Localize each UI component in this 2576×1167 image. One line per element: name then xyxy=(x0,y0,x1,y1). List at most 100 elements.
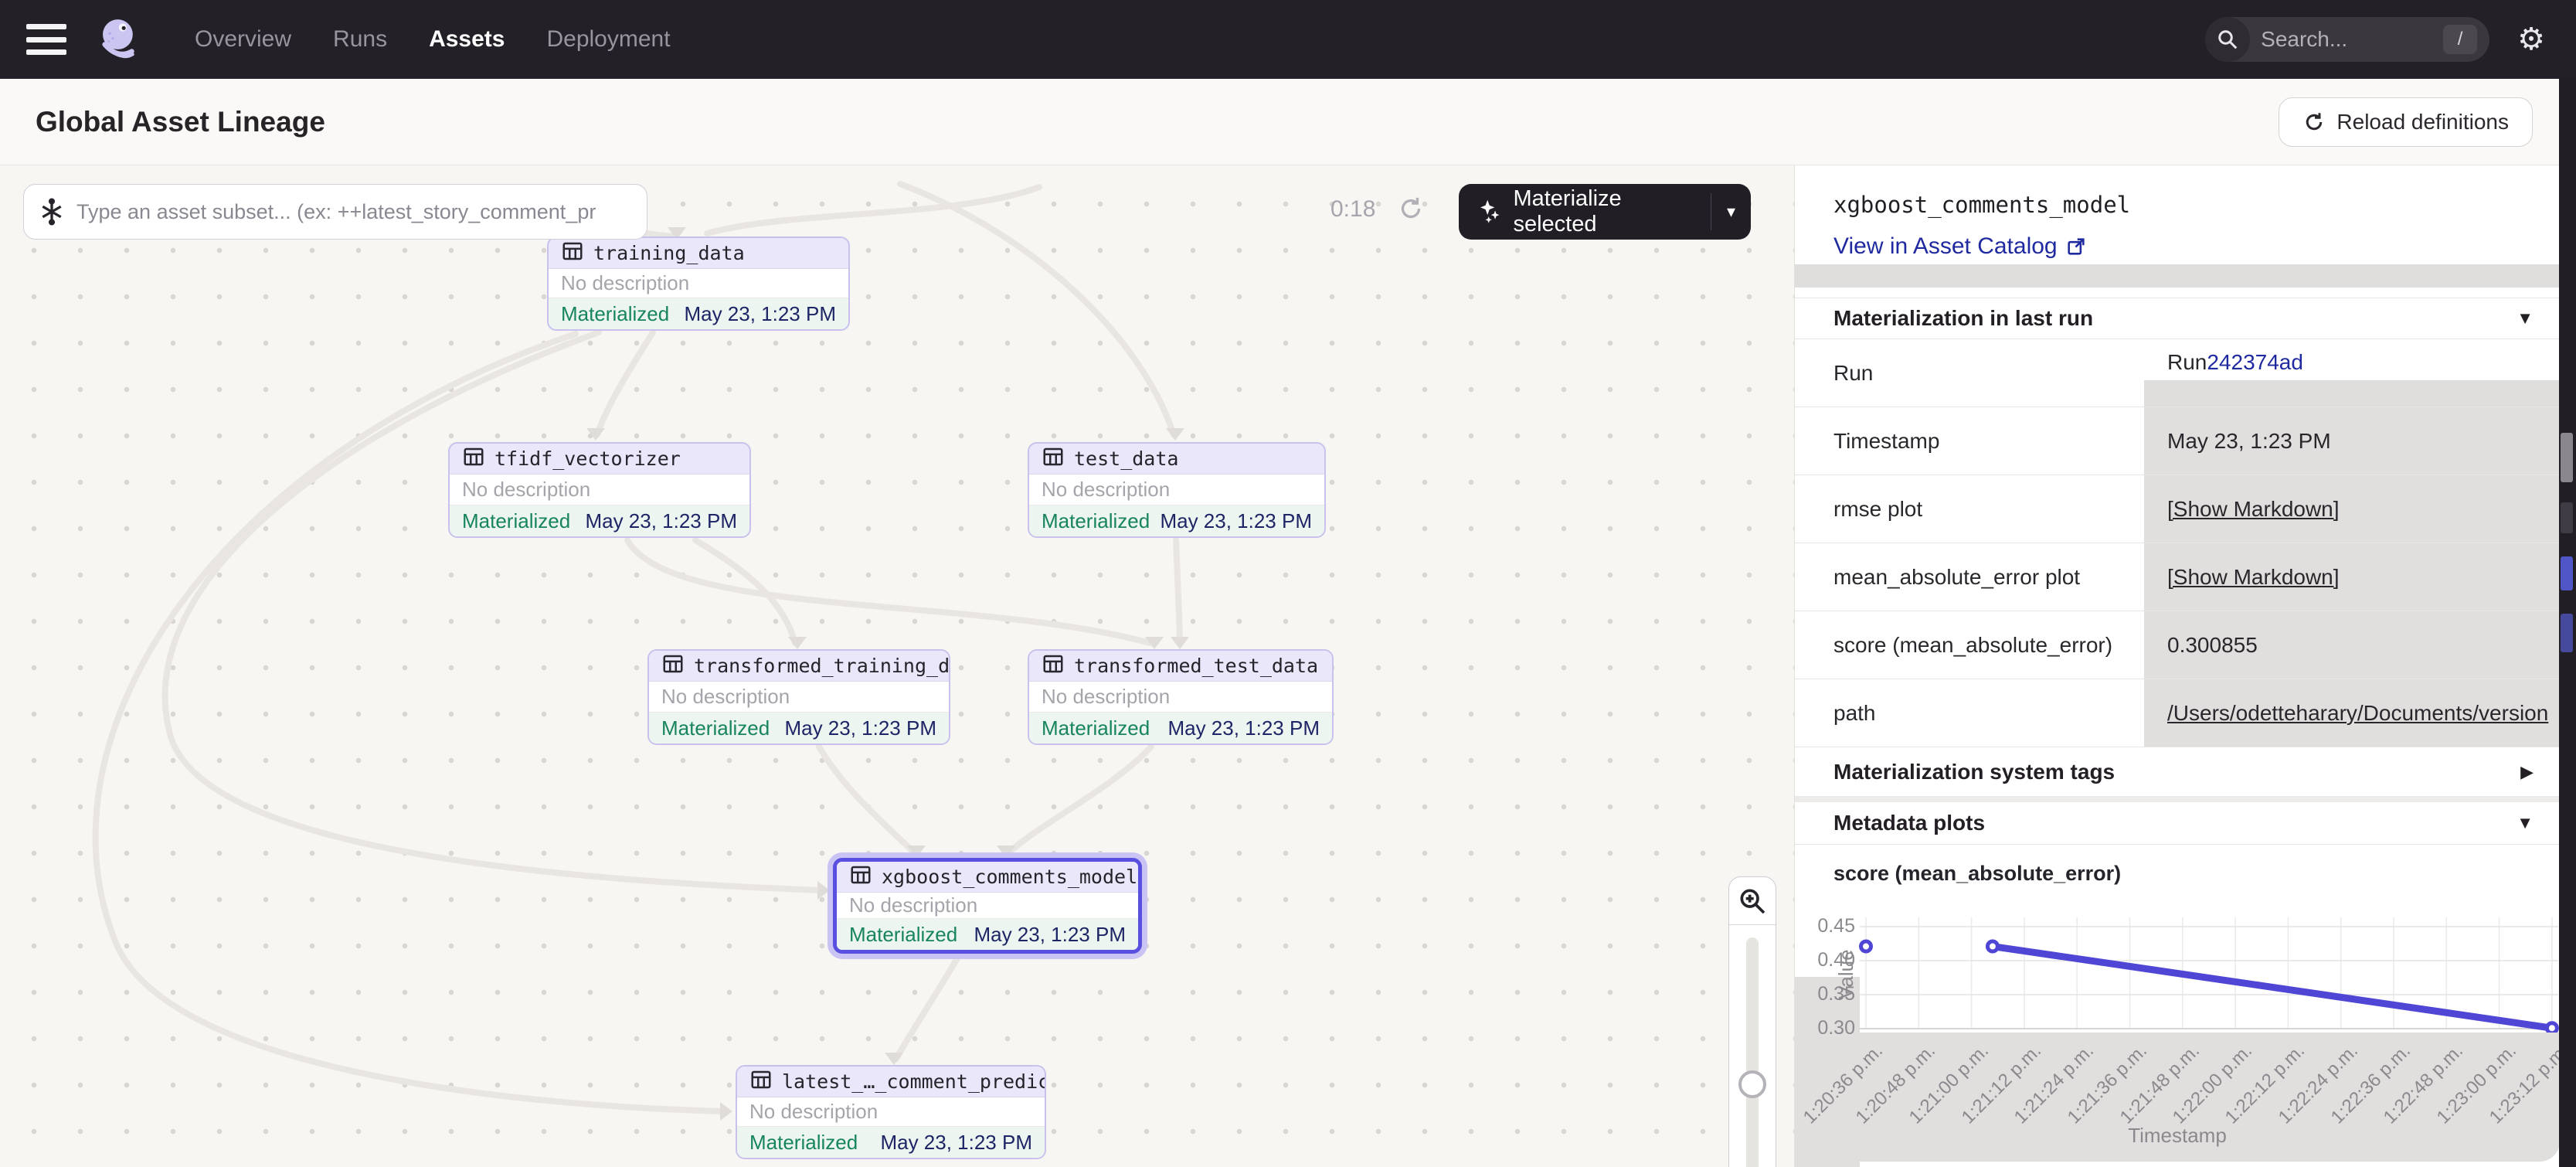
asset-status: Materialized xyxy=(1042,509,1150,533)
nav-item-assets[interactable]: Assets xyxy=(429,26,505,53)
asset-node-tfidf_vectorizer[interactable]: tfidf_vectorizerNo descriptionMaterializ… xyxy=(448,442,751,538)
search-shortcut-key: / xyxy=(2443,25,2477,54)
asset-timestamp: May 23, 1:23 PM xyxy=(880,1131,1032,1155)
asset-status: Materialized xyxy=(749,1131,858,1155)
section-metadata-plots[interactable]: Metadata plots ▼ xyxy=(1795,802,2559,844)
line-chart xyxy=(1795,911,2559,1043)
y-tick-label: 0.30 xyxy=(1810,1017,1855,1039)
chart-x-axis-area: 1:20:36 p.m.1:20:48 p.m.1:21:00 p.m.1:21… xyxy=(1795,1033,2559,1162)
external-link-icon xyxy=(2065,236,2087,257)
metadata-row-score-mean-absolute-error-: score (mean_absolute_error)0.300855 xyxy=(1795,611,2559,679)
metadata-row-timestamp: TimestampMay 23, 1:23 PM xyxy=(1795,407,2559,475)
refresh-icon[interactable] xyxy=(1397,195,1425,223)
panel-horizontal-scrollbar[interactable] xyxy=(1795,264,2559,287)
dagster-logo xyxy=(96,15,144,63)
hamburger-menu-icon[interactable] xyxy=(26,24,66,55)
nav-item-runs[interactable]: Runs xyxy=(333,26,387,53)
zoom-in-button[interactable] xyxy=(1729,877,1776,925)
nav-item-deployment[interactable]: Deployment xyxy=(546,26,670,53)
refresh-timer: 0:18 xyxy=(1330,196,1375,223)
edge-arrowhead xyxy=(586,428,605,441)
edge-arrowhead xyxy=(1171,637,1189,649)
materialize-dropdown-caret[interactable]: ▾ xyxy=(1711,202,1751,222)
asset-node-latest_comment_predictions[interactable]: latest_…_comment_predictionsNo descripti… xyxy=(736,1065,1046,1159)
nav-links: Overview Runs Assets Deployment xyxy=(195,26,671,53)
table-icon xyxy=(849,863,872,890)
asset-status: Materialized xyxy=(1042,716,1150,740)
y-tick-label: 0.35 xyxy=(1810,983,1855,1005)
asset-edge xyxy=(627,540,1150,643)
asset-node-test_data[interactable]: test_dataNo descriptionMaterializedMay 2… xyxy=(1028,442,1326,538)
view-in-asset-catalog-link[interactable]: View in Asset Catalog xyxy=(1833,233,2087,260)
asset-edge xyxy=(900,184,1174,434)
table-icon xyxy=(1042,652,1065,679)
metadata-value: 0.300855 xyxy=(2144,611,2559,679)
asset-node-label: transformed_test_data xyxy=(1074,655,1318,677)
metadata-key: Timestamp xyxy=(1795,407,2144,475)
metadata-row-path: path/Users/odetteharary/Documents/versio… xyxy=(1795,679,2559,747)
asset-node-label: xgboost_comments_model xyxy=(882,866,1137,888)
table-icon xyxy=(561,240,584,267)
clipped-right-edge xyxy=(2559,79,2576,1167)
zoom-slider-thumb[interactable] xyxy=(1738,1070,1766,1098)
edge-arrowhead xyxy=(788,637,807,649)
section-materialization-system-tags[interactable]: Materialization system tags ▶ xyxy=(1795,747,2559,796)
asset-edge xyxy=(1176,540,1180,643)
asset-node-description: No description xyxy=(649,682,949,713)
nav-item-overview[interactable]: Overview xyxy=(195,26,291,53)
asset-node-transformed_training_data[interactable]: transformed_training_data No description M… xyxy=(647,649,950,745)
asset-timestamp: May 23, 1:23 PM xyxy=(1167,716,1320,740)
metadata-value: /Users/odetteharary/Documents/version xyxy=(2144,679,2559,747)
chevron-right-icon: ▶ xyxy=(2520,762,2534,782)
horizontal-scrollbar[interactable] xyxy=(2144,380,2559,407)
table-icon xyxy=(462,445,485,472)
asset-node-label: latest_…_comment_predictions xyxy=(782,1070,1046,1093)
sparkle-icon xyxy=(1476,196,1504,227)
metadata-row-run: RunRun 242374ad xyxy=(1795,339,2559,407)
asset-name: xgboost_comments_model xyxy=(1833,192,2130,218)
top-nav: Overview Runs Assets Deployment / ⚙ xyxy=(0,0,2576,79)
materialize-selected-button[interactable]: Materialize selected ▾ xyxy=(1459,184,1751,240)
metadata-row-rmse-plot: rmse plot [Show Markdown] xyxy=(1795,475,2559,543)
metadata-key: Run xyxy=(1795,339,2144,407)
y-tick-label: 0.40 xyxy=(1810,949,1855,971)
edge-arrowhead xyxy=(817,881,830,900)
y-tick-label: 0.45 xyxy=(1810,915,1855,937)
global-search[interactable]: / xyxy=(2205,17,2489,62)
metadata-row-mean-absolute-error-plot: mean_absolute_error plot [Show Markdown] xyxy=(1795,543,2559,611)
reload-definitions-button[interactable]: Reload definitions xyxy=(2279,97,2533,147)
asset-graph-canvas[interactable]: training_dataNo descriptionMaterializedM… xyxy=(0,165,1794,1167)
asset-node-transformed_test_data[interactable]: transformed_test_data No description Mater… xyxy=(1028,649,1334,745)
refresh-icon xyxy=(2302,111,2326,134)
asset-node-xgboost_comments_model[interactable]: xgboost_comments_model No description Mate… xyxy=(833,858,1142,954)
asset-node-description: No description xyxy=(1029,682,1332,713)
asset-subset-filter[interactable] xyxy=(23,184,647,240)
asset-node-description: No description xyxy=(837,893,1138,919)
settings-gear-icon[interactable]: ⚙ xyxy=(2517,24,2545,55)
value-link[interactable]: [Show Markdown] xyxy=(2167,497,2340,522)
asset-timestamp: May 23, 1:23 PM xyxy=(684,302,836,326)
section-materialization-in-last-run[interactable]: Materialization in last run ▼ xyxy=(1795,298,2559,339)
asset-subset-input[interactable] xyxy=(76,200,633,224)
metadata-key: rmse plot xyxy=(1795,475,2144,543)
value-link[interactable]: [Show Markdown] xyxy=(2167,565,2340,590)
asset-edge xyxy=(165,332,824,890)
page-header: Global Asset Lineage Reload definitions xyxy=(0,79,2576,165)
search-icon xyxy=(2205,17,2250,62)
asset-node-label: transformed_training_data xyxy=(694,655,950,677)
table-icon xyxy=(749,1068,773,1095)
metadata-plot-score-mean-absolute-error: score (mean_absolute_error) 1:20:36 p.m.… xyxy=(1795,844,2559,1167)
zoom-slider-track[interactable] xyxy=(1746,937,1759,1167)
asset-node-training_data[interactable]: training_dataNo descriptionMaterializedM… xyxy=(547,236,850,331)
run-link[interactable]: 242374ad xyxy=(2207,350,2303,375)
value-link[interactable]: /Users/odetteharary/Documents/version xyxy=(2167,701,2548,726)
search-input[interactable] xyxy=(2261,27,2415,52)
asset-edge xyxy=(597,332,653,434)
metadata-key: mean_absolute_error plot xyxy=(1795,543,2144,611)
asset-status: Materialized xyxy=(661,716,770,740)
metadata-value: [Show Markdown] xyxy=(2144,475,2559,543)
asset-edge xyxy=(896,957,958,1059)
metadata-value: [Show Markdown] xyxy=(2144,543,2559,611)
chevron-down-icon: ▼ xyxy=(2517,813,2534,833)
asset-status: Materialized xyxy=(849,923,957,947)
